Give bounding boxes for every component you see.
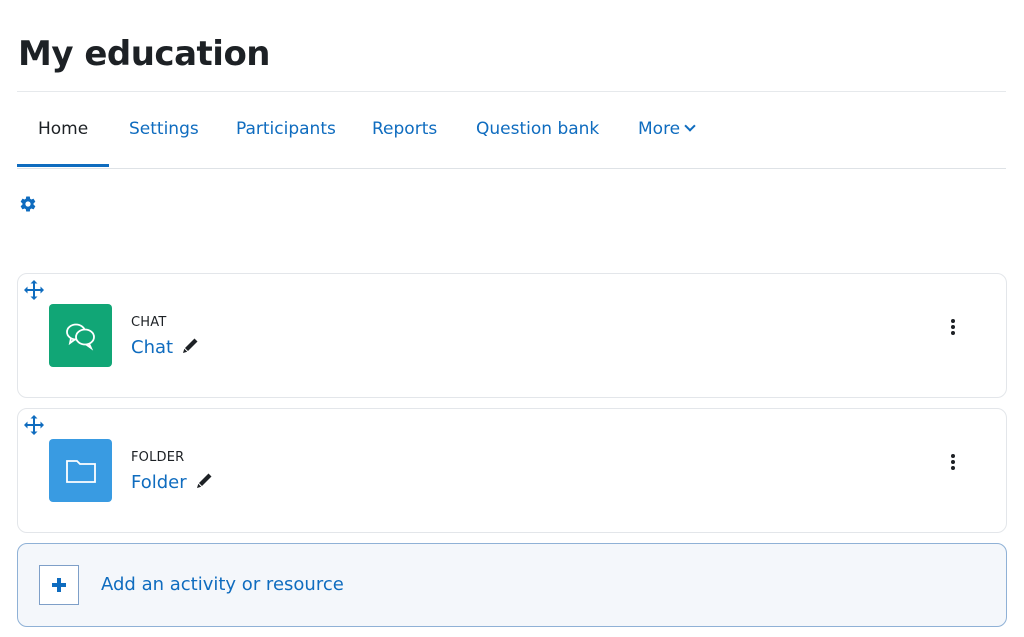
kebab-menu-icon[interactable] — [948, 453, 958, 471]
tab-settings[interactable]: Settings — [129, 92, 199, 168]
secondary-navigation: Home Settings Participants Reports Quest… — [16, 92, 1006, 169]
plus-icon[interactable] — [39, 565, 79, 605]
activity-type-label: CHAT — [131, 315, 167, 330]
tab-more-label: More — [638, 119, 681, 139]
activity-type-label: FOLDER — [131, 450, 185, 465]
chat-icon — [49, 304, 112, 367]
activity-name[interactable]: Folder — [131, 472, 187, 493]
move-icon[interactable] — [24, 280, 44, 300]
add-activity-button[interactable]: Add an activity or resource — [17, 543, 1007, 627]
activity-card-folder: FOLDER Folder — [17, 408, 1007, 533]
tab-more[interactable]: More — [638, 92, 696, 168]
activity-name[interactable]: Chat — [131, 337, 173, 358]
chevron-down-icon — [684, 120, 696, 132]
move-icon[interactable] — [24, 415, 44, 435]
folder-icon — [49, 439, 112, 502]
tab-question-bank[interactable]: Question bank — [476, 92, 599, 168]
gear-icon[interactable] — [19, 195, 37, 213]
activity-link[interactable]: Folder — [131, 472, 213, 493]
page-title: My education — [18, 34, 271, 74]
tab-participants[interactable]: Participants — [236, 92, 336, 168]
pencil-icon[interactable] — [181, 337, 199, 355]
tab-reports[interactable]: Reports — [372, 92, 437, 168]
add-activity-label[interactable]: Add an activity or resource — [101, 574, 344, 595]
tab-home[interactable]: Home — [16, 92, 110, 168]
pencil-icon[interactable] — [195, 472, 213, 490]
activity-card-chat: CHAT Chat — [17, 273, 1007, 398]
activity-link[interactable]: Chat — [131, 337, 199, 358]
kebab-menu-icon[interactable] — [948, 318, 958, 336]
